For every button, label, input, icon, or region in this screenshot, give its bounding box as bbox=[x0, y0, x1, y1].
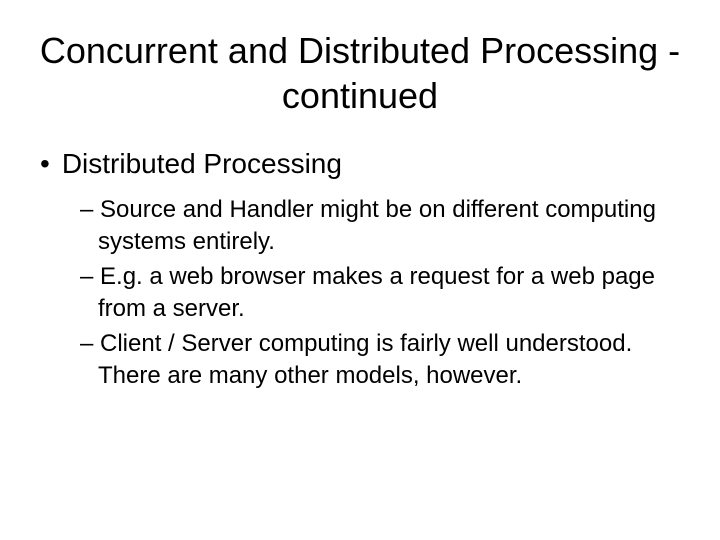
content-section: • Distributed Processing – Source and Ha… bbox=[40, 148, 690, 392]
dash-item: – Source and Handler might be on differe… bbox=[80, 194, 690, 259]
slide-title: Concurrent and Distributed Processing - … bbox=[30, 28, 690, 118]
sublist: – Source and Handler might be on differe… bbox=[80, 194, 690, 392]
bullet-item: • Distributed Processing bbox=[40, 148, 690, 180]
dash-item: – Client / Server computing is fairly we… bbox=[80, 328, 690, 393]
bullet-text: Distributed Processing bbox=[62, 148, 342, 180]
bullet-marker: • bbox=[40, 148, 50, 180]
dash-item: – E.g. a web browser makes a request for… bbox=[80, 261, 690, 326]
